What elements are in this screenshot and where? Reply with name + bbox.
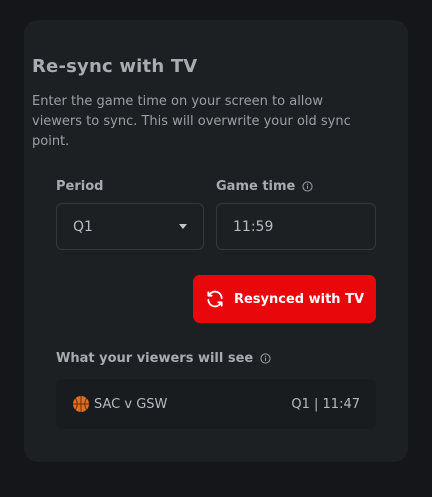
refresh-icon <box>207 290 223 308</box>
game-time-value: 11:59 <box>233 218 274 235</box>
card-description: Enter the game time on your screen to al… <box>32 94 351 149</box>
info-icon[interactable] <box>260 353 271 364</box>
matchup: SAC v GSW <box>72 395 167 413</box>
matchup-text: SAC v GSW <box>94 396 168 412</box>
period-select[interactable]: Q1 <box>56 203 204 250</box>
resync-button-label: Resynced with TV <box>233 291 365 307</box>
info-icon[interactable] <box>302 181 313 192</box>
basketball-icon <box>73 396 89 412</box>
period-label-text: Period <box>56 179 104 194</box>
preview-label-text: What your viewers will see <box>56 351 254 366</box>
viewer-preview: SAC v GSW Q1 | 11:47 <box>56 379 376 429</box>
game-status: Q1 | 11:47 <box>291 396 360 412</box>
resync-button[interactable]: Resynced with TV <box>193 275 376 323</box>
card-title: Re-sync with TV <box>32 56 198 77</box>
game-time-label-text: Game time <box>216 179 296 194</box>
period-value: Q1 <box>73 218 93 235</box>
game-time-input[interactable]: 11:59 <box>216 203 376 250</box>
preview-label: What your viewers will see <box>56 351 271 366</box>
game-time-label: Game time <box>216 179 313 194</box>
chevron-down-icon <box>179 224 187 229</box>
period-label: Period <box>56 179 103 194</box>
